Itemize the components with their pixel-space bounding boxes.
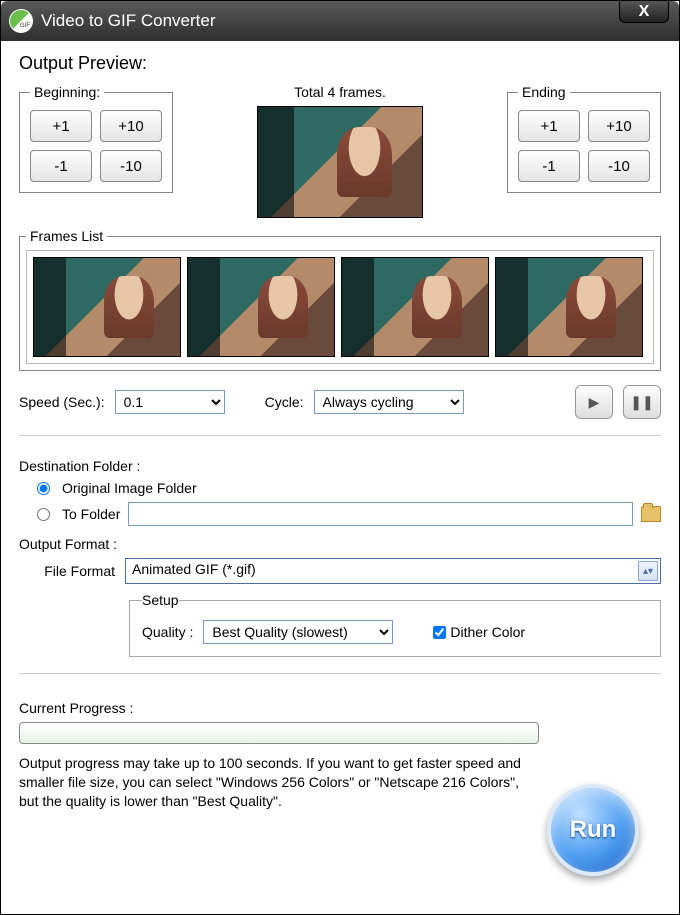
destination-group: Destination Folder : Original Image Fold… <box>19 458 661 526</box>
beginning-minus10-button[interactable]: -10 <box>100 150 162 182</box>
cycle-select[interactable]: Always cycling <box>314 390 464 414</box>
progress-bar <box>19 722 539 744</box>
separator <box>19 435 661 436</box>
dest-original-label: Original Image Folder <box>62 480 197 496</box>
frame-thumbnail[interactable] <box>33 257 181 357</box>
setup-legend: Setup <box>142 592 179 608</box>
beginning-minus1-button[interactable]: -1 <box>30 150 92 182</box>
ending-minus10-button[interactable]: -10 <box>588 150 650 182</box>
speed-label: Speed (Sec.): <box>19 394 105 410</box>
close-button[interactable]: X <box>619 1 669 23</box>
pause-button[interactable]: ❚❚ <box>623 385 661 419</box>
progress-group: Current Progress : <box>19 700 661 744</box>
beginning-group: Beginning: +1 +10 -1 -10 <box>19 84 173 193</box>
separator <box>19 673 661 674</box>
setup-group: Setup Quality : Best Quality (slowest) D… <box>129 592 661 657</box>
dither-checkbox-wrap[interactable]: Dither Color <box>433 624 525 640</box>
ending-minus1-button[interactable]: -1 <box>518 150 580 182</box>
dither-checkbox[interactable] <box>433 626 446 639</box>
progress-heading: Current Progress : <box>19 700 661 716</box>
play-button[interactable]: ▶ <box>575 385 613 419</box>
quality-label: Quality : <box>142 624 193 640</box>
beginning-plus10-button[interactable]: +10 <box>100 110 162 142</box>
frames-list-group: Frames List <box>19 228 661 371</box>
ending-plus10-button[interactable]: +10 <box>588 110 650 142</box>
app-logo-icon <box>9 9 33 33</box>
content-area: Output Preview: Beginning: +1 +10 -1 -10… <box>1 41 679 914</box>
titlebar: Video to GIF Converter X <box>1 1 679 41</box>
ending-plus1-button[interactable]: +1 <box>518 110 580 142</box>
destination-heading: Destination Folder : <box>19 458 661 474</box>
bottom-area: Current Progress : Output progress may t… <box>19 690 661 902</box>
beginning-plus1-button[interactable]: +1 <box>30 110 92 142</box>
cycle-label: Cycle: <box>265 394 304 410</box>
total-frames-label: Total 4 frames. <box>257 84 423 100</box>
frame-thumbnail[interactable] <box>187 257 335 357</box>
dest-path-input[interactable] <box>128 502 633 526</box>
beginning-legend: Beginning: <box>30 84 104 100</box>
file-format-value: Animated GIF (*.gif) <box>132 561 256 577</box>
progress-hint: Output progress may take up to 100 secon… <box>19 754 539 811</box>
browse-folder-button[interactable] <box>641 506 661 522</box>
preview-thumbnail <box>257 106 423 218</box>
play-icon: ▶ <box>589 394 600 411</box>
frames-list[interactable] <box>26 250 654 364</box>
output-format-group: Output Format : File Format Animated GIF… <box>19 536 661 657</box>
frame-thumbnail[interactable] <box>341 257 489 357</box>
file-format-label: File Format <box>19 563 115 579</box>
output-format-heading: Output Format : <box>19 536 661 552</box>
center-preview: Total 4 frames. <box>257 84 423 218</box>
playback-controls-row: Speed (Sec.): 0.1 Cycle: Always cycling … <box>19 385 661 419</box>
output-preview-heading: Output Preview: <box>19 53 661 74</box>
file-format-select[interactable]: Animated GIF (*.gif) ▴▾ <box>125 558 661 584</box>
app-window: Video to GIF Converter X Output Preview:… <box>0 0 680 915</box>
chevron-updown-icon: ▴▾ <box>638 561 658 581</box>
ending-legend: Ending <box>518 84 570 100</box>
frames-list-legend: Frames List <box>26 228 107 244</box>
pause-icon: ❚❚ <box>630 394 653 411</box>
dest-original-radio[interactable] <box>37 482 50 495</box>
frame-thumbnail[interactable] <box>495 257 643 357</box>
dither-label: Dither Color <box>450 624 525 640</box>
run-label: Run <box>570 816 617 844</box>
run-button[interactable]: Run <box>547 784 639 876</box>
quality-select[interactable]: Best Quality (slowest) <box>203 620 393 644</box>
ending-group: Ending +1 +10 -1 -10 <box>507 84 661 193</box>
window-title: Video to GIF Converter <box>41 11 216 31</box>
dest-tofolder-radio[interactable] <box>37 508 50 521</box>
dest-tofolder-label: To Folder <box>62 506 120 522</box>
speed-select[interactable]: 0.1 <box>115 390 225 414</box>
preview-row: Beginning: +1 +10 -1 -10 Total 4 frames.… <box>19 84 661 218</box>
close-icon: X <box>639 3 650 21</box>
